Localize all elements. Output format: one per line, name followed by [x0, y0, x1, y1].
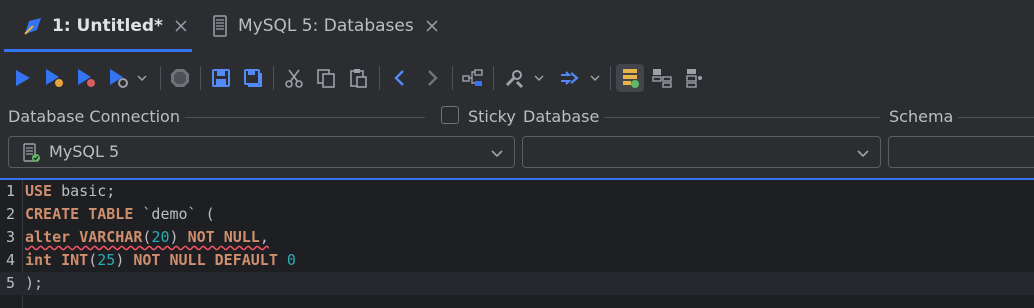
toolbar-separator: [452, 66, 453, 90]
run-icon[interactable]: [8, 64, 36, 92]
sql-keyword: NOT: [187, 228, 215, 246]
sql-keyword: NULL: [169, 251, 206, 269]
save-icon[interactable]: [207, 64, 235, 92]
back-icon[interactable]: [386, 64, 414, 92]
code-text: USE basic;: [25, 180, 115, 203]
run-selection-icon[interactable]: [40, 64, 68, 92]
code-line[interactable]: 4 int INT(25) NOT NULL DEFAULT 0: [0, 249, 1034, 272]
sql-number: 0: [286, 251, 296, 269]
sql-keyword: USE: [25, 182, 53, 200]
code-text: CREATE TABLE `demo` (: [25, 203, 215, 226]
chevron-down-icon: [490, 145, 504, 164]
sql-keyword: int: [25, 251, 53, 269]
schema-select[interactable]: [888, 136, 1034, 168]
tab-bar: 1: Untitled* MySQL 5: Databases: [0, 0, 1034, 52]
save-all-icon[interactable]: [239, 64, 267, 92]
sql-token: ): [169, 228, 188, 246]
sql-token: );: [25, 274, 44, 292]
close-icon[interactable]: [173, 18, 189, 34]
sql-token: (: [88, 251, 98, 269]
sql-token: ,: [259, 228, 269, 246]
chevron-down-icon: [856, 145, 870, 164]
connection-select[interactable]: MySQL 5: [8, 136, 515, 168]
sql-editor[interactable]: 1 USE basic; 2 CREATE TABLE `demo` ( 3 alter …: [0, 178, 1034, 308]
sql-keyword: TABLE: [88, 205, 134, 223]
database-server-icon: [22, 143, 42, 167]
sql-script-icon: [22, 15, 44, 37]
active-tab-indicator: [4, 49, 192, 52]
tab-label: MySQL 5: Databases: [238, 16, 414, 36]
toolbar-separator: [273, 66, 274, 90]
tab-label: 1: Untitled*: [52, 16, 163, 36]
copy-icon[interactable]: [312, 64, 340, 92]
sql-token: ): [115, 251, 134, 269]
cut-icon[interactable]: [280, 64, 308, 92]
sql-keyword: DEFAULT: [214, 251, 278, 269]
code-text: );: [25, 272, 43, 295]
sticky-label: Sticky: [468, 107, 516, 126]
chevron-down-icon[interactable]: [132, 64, 152, 92]
schema-label: Schema: [889, 107, 954, 126]
section-divider: [604, 117, 880, 118]
execute-mode-icon[interactable]: [556, 64, 584, 92]
database-label: Database: [523, 107, 600, 126]
toolbar-separator: [379, 66, 380, 90]
editor-toolbar: [0, 56, 1034, 100]
code-line[interactable]: 5);: [0, 272, 1034, 295]
database-server-icon: [212, 15, 228, 37]
toolbar-separator: [493, 66, 494, 90]
toolbar-separator: [160, 66, 161, 90]
sql-number: 25: [97, 251, 116, 269]
section-divider: [185, 117, 425, 118]
section-divider: [958, 117, 1034, 118]
tab-databases[interactable]: MySQL 5: Databases: [200, 0, 440, 52]
code-text: int INT(25) NOT NULL DEFAULT 0: [25, 249, 296, 272]
tree-view-icon[interactable]: [616, 64, 644, 92]
database-select[interactable]: [522, 136, 881, 168]
toolbar-separator: [610, 66, 611, 90]
grid-view-icon[interactable]: [648, 64, 676, 92]
stop-icon[interactable]: [166, 64, 194, 92]
database-connection-label: Database Connection: [8, 107, 180, 126]
code-line[interactable]: 3 alter VARCHAR(20) NOT NULL,: [0, 226, 1034, 249]
sql-token: `demo` (: [133, 205, 215, 223]
connection-value: MySQL 5: [49, 142, 120, 161]
sql-keyword: VARCHAR: [79, 228, 143, 246]
code-line[interactable]: 1 USE basic;: [0, 180, 1034, 203]
sql-keyword: alter: [25, 228, 71, 246]
toolbar-separator: [200, 66, 201, 90]
sql-keyword: CREATE: [25, 205, 80, 223]
code-text: alter VARCHAR(20) NOT NULL,: [25, 226, 269, 249]
sticky-checkbox[interactable]: [441, 106, 459, 124]
sql-keyword: INT: [61, 251, 89, 269]
structure-icon[interactable]: [459, 64, 487, 92]
code-line[interactable]: 2 CREATE TABLE `demo` (: [0, 203, 1034, 226]
close-icon[interactable]: [424, 18, 440, 34]
sql-keyword: NULL: [223, 228, 260, 246]
run-script-icon[interactable]: [72, 64, 100, 92]
stack-view-icon[interactable]: [680, 64, 708, 92]
forward-icon[interactable]: [418, 64, 446, 92]
line-number: 1: [6, 182, 16, 200]
tab-untitled[interactable]: 1: Untitled*: [0, 0, 192, 52]
line-number: 3: [6, 228, 16, 246]
run-options-icon[interactable]: [104, 64, 132, 92]
chevron-down-icon[interactable]: [529, 64, 549, 92]
line-number: 4: [6, 251, 16, 269]
line-number: 2: [6, 205, 16, 223]
tools-icon[interactable]: [500, 64, 528, 92]
line-number: 5: [6, 274, 16, 292]
sql-keyword: NOT: [133, 251, 161, 269]
sql-number: 20: [151, 228, 170, 246]
chevron-down-icon[interactable]: [585, 64, 605, 92]
paste-icon[interactable]: [344, 64, 372, 92]
sql-token: basic;: [52, 182, 116, 200]
